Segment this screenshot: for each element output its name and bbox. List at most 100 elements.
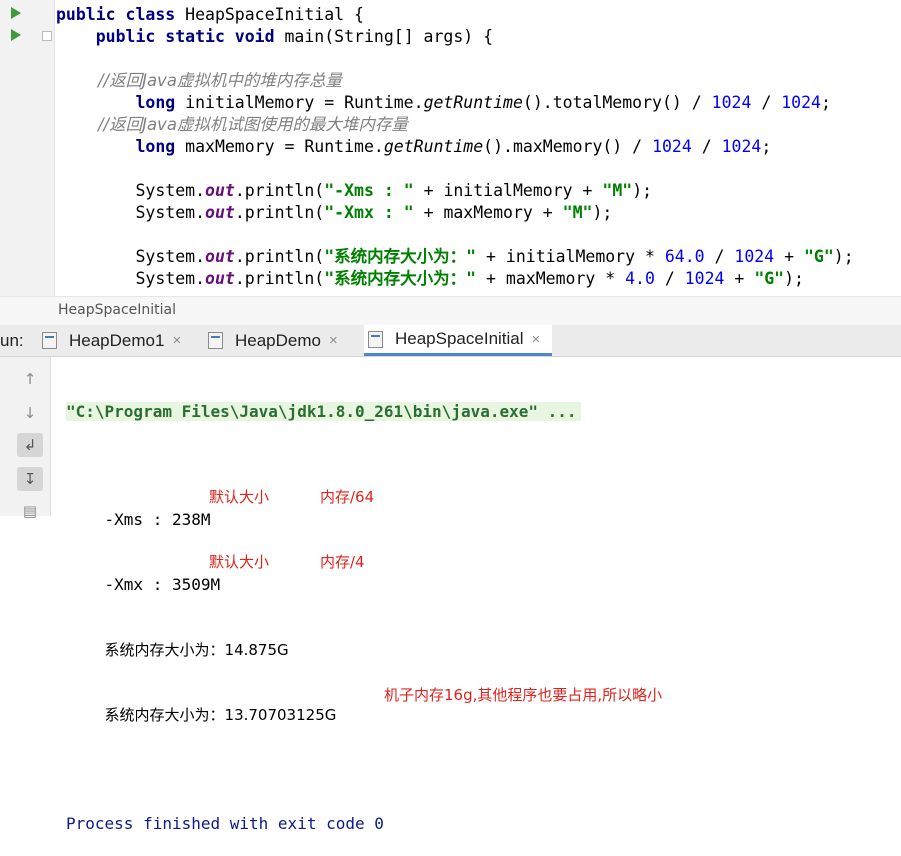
code-token: 1024: [721, 137, 762, 156]
code-line[interactable]: System.out.println("系统内存大小为：" + maxMemor…: [56, 268, 854, 290]
code-token: );: [784, 269, 804, 288]
code-token: out: [205, 247, 235, 266]
annotation: 内存/64: [320, 487, 375, 506]
java-file-icon: [368, 330, 383, 348]
output-line: -Xms : 238M 默认大小 内存/64: [66, 487, 581, 530]
code-token: /: [751, 93, 782, 112]
code-token: 1024: [684, 269, 725, 288]
exit-message: Process finished with exit code 0: [66, 813, 384, 833]
scroll-to-end-icon[interactable]: ↧: [17, 467, 43, 491]
code-token: getRuntime: [423, 93, 523, 112]
code-token: +: [774, 247, 804, 266]
code-token: System.: [56, 269, 206, 288]
java-file-icon: [42, 332, 57, 349]
code-token: long: [56, 137, 186, 156]
code-token: .println(: [234, 203, 325, 222]
annotation: 机子内存16g,其他程序也要占用,所以略小: [384, 685, 663, 704]
breadcrumb[interactable]: HeapSpaceInitial: [0, 296, 901, 326]
soft-wrap-icon[interactable]: ↲: [17, 433, 43, 457]
code-token: 1024: [734, 247, 775, 266]
close-icon[interactable]: ×: [172, 332, 181, 349]
breadcrumb-class[interactable]: HeapSpaceInitial: [58, 302, 176, 318]
run-tool-window-header: un: HeapDemo1 × HeapDemo × HeapSpaceInit…: [0, 325, 901, 357]
tab-heapspaceinitial[interactable]: HeapSpaceInitial ×: [364, 325, 552, 356]
run-label: un:: [0, 331, 24, 350]
output-line: -Xmx : 3509M 默认大小 内存/4: [66, 552, 581, 595]
code-line[interactable]: [56, 224, 854, 246]
code-token: + initialMemory +: [413, 181, 603, 200]
code-line[interactable]: System.out.println("-Xms : " + initialMe…: [56, 180, 854, 202]
code-token: public static void: [56, 27, 285, 46]
code-line[interactable]: //返回Java虚拟机中的堆内存总量: [56, 70, 854, 92]
code-token: initialMemory = Runtime.: [185, 93, 424, 112]
run-icon[interactable]: [11, 29, 21, 41]
code-token: //返回Java虚拟机试图使用的最大堆内存量: [56, 115, 408, 134]
code-token: /: [704, 247, 735, 266]
code-token: maxMemory = Runtime.: [185, 137, 384, 156]
code-token: + maxMemory *: [476, 269, 626, 288]
annotation: 默认大小: [209, 552, 270, 571]
code-token: "M": [562, 203, 593, 222]
code-token: 1024: [711, 93, 752, 112]
command-line: "C:\Program Files\Java\jdk1.8.0_261\bin\…: [66, 402, 581, 421]
code-line[interactable]: System.out.println("系统内存大小为：" + initialM…: [56, 246, 853, 268]
tab-label: HeapDemo: [235, 330, 321, 350]
code-token: System.: [56, 203, 206, 222]
java-file-icon: [208, 332, 223, 349]
code-token: 64.0: [664, 247, 705, 266]
code-token: public class: [56, 5, 186, 24]
code-line[interactable]: [56, 48, 854, 70]
code-token: //返回Java虚拟机中的堆内存总量: [56, 71, 342, 90]
output-text: -Xms : 238M: [104, 510, 211, 529]
tab-heapdemo1[interactable]: HeapDemo1 ×: [42, 325, 181, 356]
code-token: "-Xmx : ": [324, 203, 414, 222]
code-token: ;: [761, 137, 772, 156]
annotation: 默认大小: [209, 487, 270, 506]
tab-label: HeapDemo1: [69, 330, 165, 350]
code-line[interactable]: public static void main(String[] args) {: [56, 26, 854, 48]
code-line[interactable]: System.out.println("-Xmx : " + maxMemory…: [56, 202, 854, 224]
code-token: "G": [803, 247, 834, 266]
close-icon[interactable]: ×: [329, 332, 338, 349]
code-token: .println(: [234, 247, 325, 266]
arrow-down-icon[interactable]: ↓: [17, 401, 43, 425]
code-token: /: [654, 269, 685, 288]
code-token: long: [56, 93, 186, 112]
code-token: main(String[] args) {: [284, 27, 494, 46]
output-line: 系统内存大小为：13.70703125G 机子内存16g,其他程序也要占用,所以…: [66, 683, 663, 725]
code-token: "系统内存大小为：": [324, 269, 477, 288]
code-editor[interactable]: public class HeapSpaceInitial { public s…: [0, 0, 901, 296]
output-line: 系统内存大小为：14.875G: [66, 618, 581, 659]
code-token: out: [205, 203, 235, 222]
code-token: "M": [602, 181, 633, 200]
run-icon[interactable]: [11, 7, 21, 19]
code-line[interactable]: [56, 158, 854, 180]
code-token: + initialMemory *: [476, 247, 665, 266]
arrow-up-icon[interactable]: ↑: [17, 367, 43, 391]
output-text: 系统内存大小为：14.875G: [104, 641, 289, 659]
output-text: 系统内存大小为：13.70703125G: [104, 706, 337, 724]
code-lines[interactable]: public class HeapSpaceInitial { public s…: [56, 4, 854, 290]
editor-gutter: [0, 0, 55, 296]
code-line[interactable]: //返回Java虚拟机试图使用的最大堆内存量: [56, 114, 854, 136]
annotation: 内存/4: [320, 552, 365, 571]
code-token: 4.0: [625, 269, 655, 288]
more-icon[interactable]: ▤: [17, 499, 43, 523]
code-token: ().maxMemory() /: [483, 137, 653, 156]
code-line[interactable]: long maxMemory = Runtime.getRuntime().ma…: [56, 136, 854, 158]
tab-heapdemo[interactable]: HeapDemo ×: [208, 325, 338, 356]
code-token: .println(: [234, 181, 325, 200]
code-token: + maxMemory +: [413, 203, 563, 222]
code-token: System.: [56, 181, 206, 200]
fold-icon[interactable]: [42, 31, 52, 41]
code-token: ;: [820, 93, 831, 112]
code-line[interactable]: public class HeapSpaceInitial {: [56, 4, 854, 26]
code-token: getRuntime: [383, 137, 484, 156]
code-token: out: [205, 181, 235, 200]
close-icon[interactable]: ×: [532, 331, 541, 348]
code-token: );: [632, 181, 653, 200]
output-text: -Xmx : 3509M: [104, 575, 221, 594]
console-output[interactable]: "C:\Program Files\Java\jdk1.8.0_261\bin\…: [66, 358, 663, 856]
code-token: 1024: [652, 137, 692, 156]
code-line[interactable]: long initialMemory = Runtime.getRuntime(…: [56, 92, 854, 114]
